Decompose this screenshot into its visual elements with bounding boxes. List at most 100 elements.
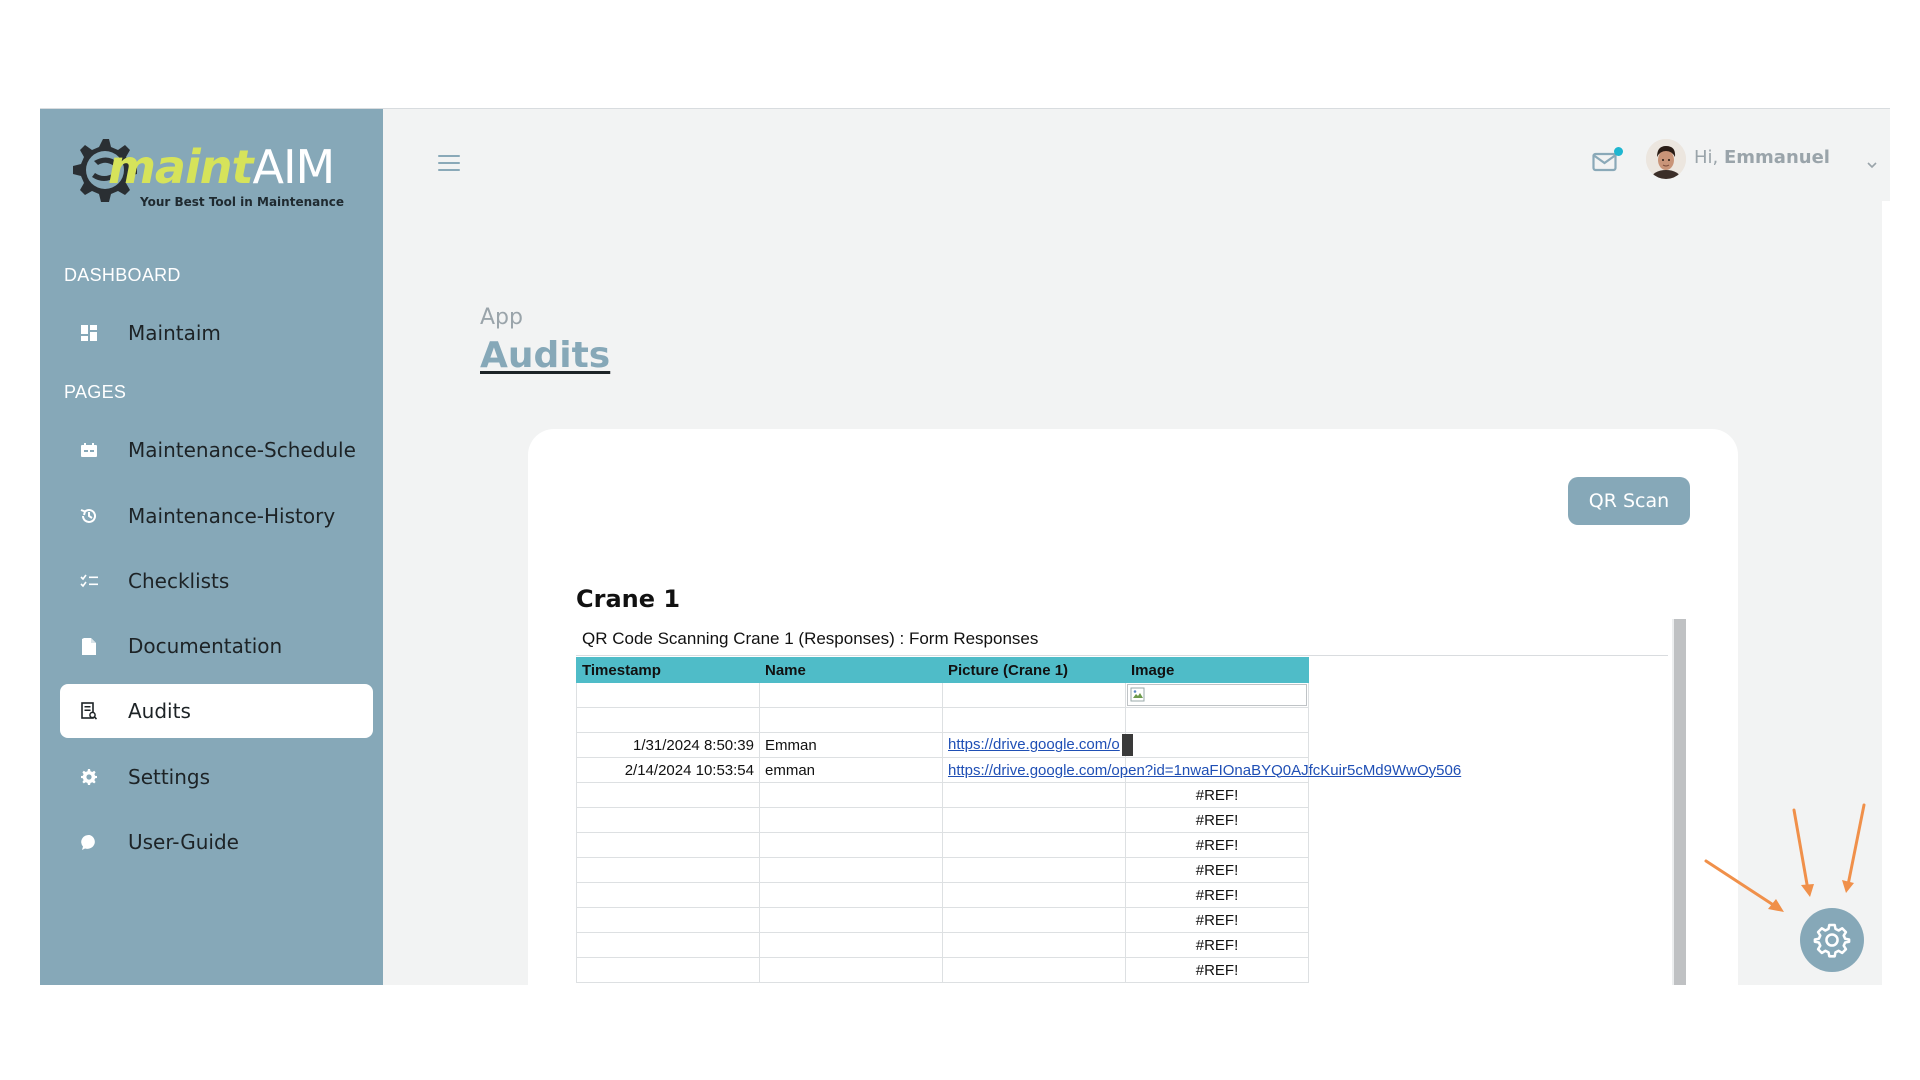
greeting-prefix: Hi,	[1694, 147, 1724, 168]
cell-timestamp	[576, 707, 760, 733]
logo-tagline: Your Best Tool in Maintenance	[140, 195, 345, 209]
cell-timestamp: 1/31/2024 8:50:39	[576, 732, 760, 758]
sheet-scrollbar-thumb[interactable]	[1674, 619, 1686, 985]
audit-icon	[80, 702, 98, 720]
sidebar-item-maintenance-schedule[interactable]: Maintenance-Schedule	[60, 423, 373, 477]
logo[interactable]: maintAIM Your Best Tool in Maintenance	[64, 133, 344, 223]
history-icon	[80, 507, 98, 525]
table-row	[576, 682, 1309, 708]
cell-timestamp	[576, 932, 760, 958]
audits-card: QR Scan Crane 1 QR Code Scanning Crane 1…	[528, 429, 1738, 985]
cell-name	[759, 682, 943, 708]
cell-picture	[942, 707, 1126, 733]
section-title-dashboard: DASHBOARD	[64, 265, 181, 285]
cell-picture	[942, 832, 1126, 858]
table-header-row: Timestamp Name Picture (Crane 1) Image	[576, 657, 1309, 683]
calendar-icon	[80, 441, 98, 459]
sidebar-item-label: Checklists	[128, 569, 230, 593]
page-title: Audits	[480, 335, 611, 376]
sidebar-item-label: Audits	[128, 699, 191, 723]
sidebar-item-maintaim[interactable]: Maintaim	[60, 306, 373, 360]
cell-image: #REF!	[1125, 832, 1309, 858]
cell-image: #REF!	[1125, 907, 1309, 933]
sidebar-item-label: Maintenance-Schedule	[128, 438, 356, 462]
cell-picture: https://drive.google.com/o	[942, 732, 1133, 758]
sidebar-item-label: Maintaim	[128, 321, 221, 345]
cell-picture	[942, 807, 1126, 833]
floating-settings-button[interactable]	[1800, 908, 1864, 972]
checklist-icon	[80, 572, 98, 590]
logo-word-maint: maint	[108, 140, 253, 194]
sidebar-item-maintenance-history[interactable]: Maintenance-History	[60, 489, 373, 543]
column-header-timestamp: Timestamp	[576, 657, 760, 683]
sheet-title: QR Code Scanning Crane 1 (Responses) : F…	[582, 629, 1039, 648]
cell-picture	[942, 782, 1126, 808]
chevron-down-icon[interactable]	[1866, 154, 1878, 169]
picture-link[interactable]: https://drive.google.com/o	[948, 736, 1120, 753]
cell-name	[759, 932, 943, 958]
cell-image: #REF!	[1125, 957, 1309, 983]
avatar[interactable]	[1646, 139, 1686, 179]
table-row: #REF!	[576, 857, 1309, 883]
sidebar-item-user-guide[interactable]: User-Guide	[60, 815, 373, 869]
section-title-pages: PAGES	[64, 382, 127, 402]
cell-timestamp	[576, 957, 760, 983]
notification-dot	[1614, 147, 1623, 156]
logo-word-aim: AIM	[252, 140, 335, 194]
cell-name: emman	[759, 757, 943, 783]
sidebar-item-settings[interactable]: Settings	[60, 750, 373, 804]
menu-toggle-button[interactable]	[438, 155, 460, 173]
sidebar-item-label: User-Guide	[128, 830, 239, 854]
cell-image: #REF!	[1125, 882, 1309, 908]
picture-link[interactable]: https://drive.google.com/open?id=1nwaFIO…	[948, 762, 1461, 779]
cell-image: #REF!	[1125, 932, 1309, 958]
sidebar-item-label: Maintenance-History	[128, 504, 336, 528]
cell-name	[759, 707, 943, 733]
cell-name	[759, 882, 943, 908]
column-header-picture: Picture (Crane 1)	[942, 657, 1126, 683]
cell-picture	[942, 857, 1126, 883]
cell-name	[759, 857, 943, 883]
cell-timestamp	[576, 857, 760, 883]
breadcrumb[interactable]: App	[480, 305, 523, 330]
table-row: #REF!	[576, 832, 1309, 858]
image-thumbnail	[1121, 734, 1133, 756]
app-window: maintAIM Your Best Tool in Maintenance D…	[40, 108, 1890, 985]
document-icon	[80, 637, 98, 655]
chat-icon	[80, 833, 98, 851]
cell-timestamp	[576, 907, 760, 933]
gear-icon	[1813, 923, 1851, 958]
sidebar-item-documentation[interactable]: Documentation	[60, 619, 373, 673]
section-title-crane: Crane 1	[576, 585, 681, 613]
user-greeting[interactable]: Hi, Emmanuel	[1694, 147, 1830, 168]
cell-timestamp	[576, 682, 760, 708]
cell-image: #REF!	[1125, 807, 1309, 833]
cell-image	[1125, 707, 1309, 733]
cell-image: #REF!	[1125, 782, 1309, 808]
responses-table: Timestamp Name Picture (Crane 1) Image 1…	[576, 657, 1461, 983]
cell-name	[759, 782, 943, 808]
table-row: #REF!	[576, 932, 1309, 958]
cell-timestamp	[576, 782, 760, 808]
dashboard-icon	[80, 324, 98, 342]
logo-wordmark: maintAIM	[108, 140, 335, 194]
cell-timestamp: 2/14/2024 10:53:54	[576, 757, 760, 783]
cell-name	[759, 957, 943, 983]
embedded-spreadsheet[interactable]: QR Code Scanning Crane 1 (Responses) : F…	[576, 619, 1686, 985]
cell-timestamp	[576, 807, 760, 833]
annotation-arrows	[1704, 803, 1866, 912]
sidebar: maintAIM Your Best Tool in Maintenance D…	[40, 109, 383, 985]
sidebar-item-audits[interactable]: Audits	[60, 684, 373, 738]
cell-picture: https://drive.google.com/open?id=1nwaFIO…	[942, 757, 1461, 783]
qr-scan-button[interactable]: QR Scan	[1568, 477, 1690, 525]
cell-timestamp	[576, 882, 760, 908]
table-row: #REF!	[576, 782, 1309, 808]
table-row: 1/31/2024 8:50:39 Emman https://drive.go…	[576, 732, 1309, 758]
table-row	[576, 707, 1309, 733]
cell-image: #REF!	[1125, 857, 1309, 883]
page-edge	[1882, 201, 1890, 985]
cell-name: Emman	[759, 732, 943, 758]
cell-picture	[942, 882, 1126, 908]
sidebar-item-checklists[interactable]: Checklists	[60, 554, 373, 608]
column-header-name: Name	[759, 657, 943, 683]
